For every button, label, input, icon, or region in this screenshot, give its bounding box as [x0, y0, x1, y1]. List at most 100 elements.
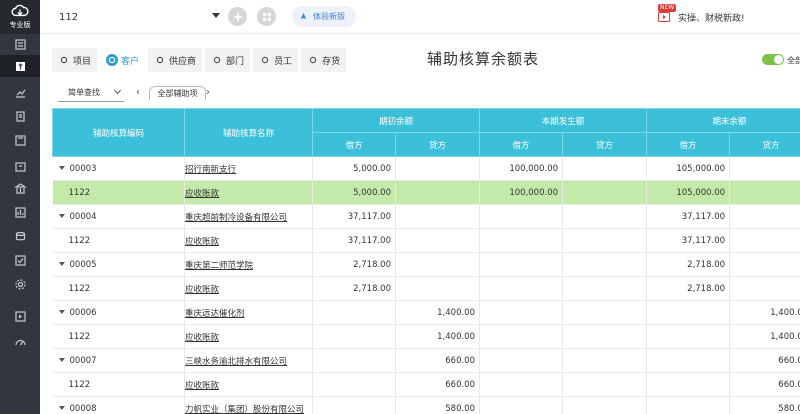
tab-list[interactable]: 项目: [52, 48, 98, 72]
cell-ed: 37,117.00: [646, 204, 731, 229]
sidebar-item-invoice[interactable]: [0, 201, 40, 223]
expand-triangle-icon[interactable]: [58, 310, 65, 314]
cell-od: [312, 396, 396, 414]
cell-name: 应收账款: [184, 324, 313, 349]
aux-item-tab[interactable]: 全部辅助项: [149, 86, 206, 100]
show-all-toggle[interactable]: [762, 54, 784, 65]
tab-department[interactable]: 部门: [205, 48, 251, 72]
add-button[interactable]: [228, 7, 247, 26]
table-row[interactable]: 00008 力帆实业（集团）股份有限公司 580.00 580.00: [52, 396, 800, 414]
expand-triangle-icon[interactable]: [58, 262, 65, 266]
sidebar-item-speed[interactable]: [0, 331, 40, 353]
tab-label: 员工: [274, 56, 293, 67]
expand-triangle-icon[interactable]: [58, 358, 65, 362]
cell-od: 2,718.00: [312, 276, 396, 301]
table-row[interactable]: 1122 应收账款 5,000.00 100,000.00 105,000.00: [52, 180, 800, 205]
cell-oc: 1,400.00: [395, 324, 481, 349]
department-icon: [211, 54, 223, 66]
expand-triangle-icon[interactable]: [58, 166, 65, 170]
next-arrow-icon[interactable]: ›: [206, 87, 210, 98]
cell-cd: [479, 324, 564, 349]
table-row[interactable]: 1122 应收账款 37,117.00 37,117.00: [52, 228, 800, 253]
account-name-link[interactable]: 重庆超前制冷设备有限公司: [185, 213, 287, 223]
sidebar-item-settings[interactable]: [0, 273, 40, 295]
sidebar-item-tax[interactable]: [0, 225, 40, 247]
cell-oc: 660.00: [395, 348, 481, 373]
account-name-link[interactable]: 重庆远达催化剂: [185, 309, 245, 319]
chart-icon: [15, 89, 25, 98]
topbar: 112 体验新版 NEW 实操、财税新政!: [40, 0, 800, 34]
cell-od: 2,718.00: [312, 252, 396, 277]
expand-triangle-icon[interactable]: [58, 406, 65, 410]
account-name-link[interactable]: 应收账款: [185, 189, 219, 199]
code-text: 00004: [69, 211, 97, 222]
sidebar-item-book[interactable]: [0, 33, 40, 55]
header-current-credit: 贷方: [562, 132, 648, 157]
tab-employee[interactable]: 员工: [253, 48, 299, 72]
cell-code: 1122: [52, 228, 185, 253]
code-text: 1122: [68, 187, 91, 198]
quick-search-dropdown[interactable]: 简单查找: [58, 84, 124, 102]
cell-code: 00007: [52, 348, 185, 373]
table-row[interactable]: 00007 三峡水务渝北排水有限公司 660.00 660.00: [52, 348, 800, 373]
account-name-link[interactable]: 重庆第二师范学院: [185, 261, 253, 271]
cell-ec: [729, 276, 800, 301]
apps-button[interactable]: [257, 7, 276, 26]
sidebar-item-voucher[interactable]: [0, 55, 40, 77]
prev-arrow-icon[interactable]: ‹: [136, 87, 140, 98]
expand-triangle-icon[interactable]: [58, 214, 65, 218]
promo-text: 实操、财税新政!: [678, 13, 745, 24]
account-name-link[interactable]: 应收账款: [185, 381, 219, 391]
cell-ed: 105,000.00: [646, 156, 731, 181]
account-name-link[interactable]: 三峡水务渝北排水有限公司: [185, 357, 287, 367]
try-new-version-button[interactable]: 体验新版: [292, 6, 356, 27]
account-name-link[interactable]: 应收账款: [185, 237, 219, 247]
account-name-link[interactable]: 应收账款: [185, 285, 219, 295]
account-name-link[interactable]: 招行南新支行: [185, 165, 236, 175]
cell-ec: 580.00: [729, 396, 800, 414]
tab-inventory[interactable]: 存货: [301, 48, 347, 72]
cell-ed: [646, 396, 731, 414]
sidebar-item-archive[interactable]: [0, 155, 40, 177]
table-row[interactable]: 00006 重庆远达催化剂 1,400.00 1,400.00: [52, 300, 800, 325]
sidebar-item-ledger[interactable]: [0, 105, 40, 127]
sidebar-item-audit[interactable]: [0, 249, 40, 271]
table-row[interactable]: 00003 招行南新支行 5,000.00 100,000.00 105,000.00: [52, 156, 800, 181]
cell-ec: 1,400.00: [729, 324, 800, 349]
cell-cc: [562, 204, 648, 229]
cell-ec: [729, 252, 800, 277]
tab-label: 项目: [73, 56, 92, 67]
sidebar-item-export[interactable]: [0, 305, 40, 327]
table-row[interactable]: 1122 应收账款 660.00 660.00: [52, 372, 800, 397]
company-value: 112: [59, 11, 79, 23]
cell-ed: [646, 372, 731, 397]
cell-od: [312, 348, 396, 373]
cell-cd: [479, 252, 564, 277]
tab-supplier[interactable]: 供应商: [148, 48, 203, 72]
cell-name: 重庆远达催化剂: [184, 300, 313, 325]
sidebar-item-chart[interactable]: [0, 81, 40, 103]
sidebar-item-bank[interactable]: [0, 177, 40, 199]
quick-search-label: 简单查找: [68, 88, 100, 97]
cell-cc: [562, 300, 648, 325]
account-name-link[interactable]: 应收账款: [185, 333, 219, 343]
table-row[interactable]: 1122 应收账款 1,400.00 1,400.00: [52, 324, 800, 349]
cell-cc: [562, 324, 648, 349]
table-row[interactable]: 1122 应收账款 2,718.00 2,718.00: [52, 276, 800, 301]
cell-name: 重庆超前制冷设备有限公司: [184, 204, 313, 229]
cell-cd: [479, 276, 564, 301]
promo-link[interactable]: NEW 实操、财税新政!: [658, 4, 745, 26]
cell-code: 00004: [52, 204, 185, 229]
table-row[interactable]: 00004 重庆超前制冷设备有限公司 37,117.00 37,117.00: [52, 204, 800, 229]
company-select[interactable]: 112: [52, 7, 220, 27]
cell-cc: [562, 276, 648, 301]
cell-cc: [562, 396, 648, 414]
tab-customer[interactable]: 客户: [100, 48, 146, 72]
account-name-link[interactable]: 力帆实业（集团）股份有限公司: [185, 405, 304, 414]
inventory-icon: [307, 54, 319, 66]
ledger-icon: [15, 110, 25, 122]
table-row[interactable]: 00005 重庆第二师范学院 2,718.00 2,718.00: [52, 252, 800, 277]
cell-ec: 1,400.00: [729, 300, 800, 325]
cell-code: 00005: [52, 252, 185, 277]
sidebar-item-report[interactable]: [0, 129, 40, 151]
